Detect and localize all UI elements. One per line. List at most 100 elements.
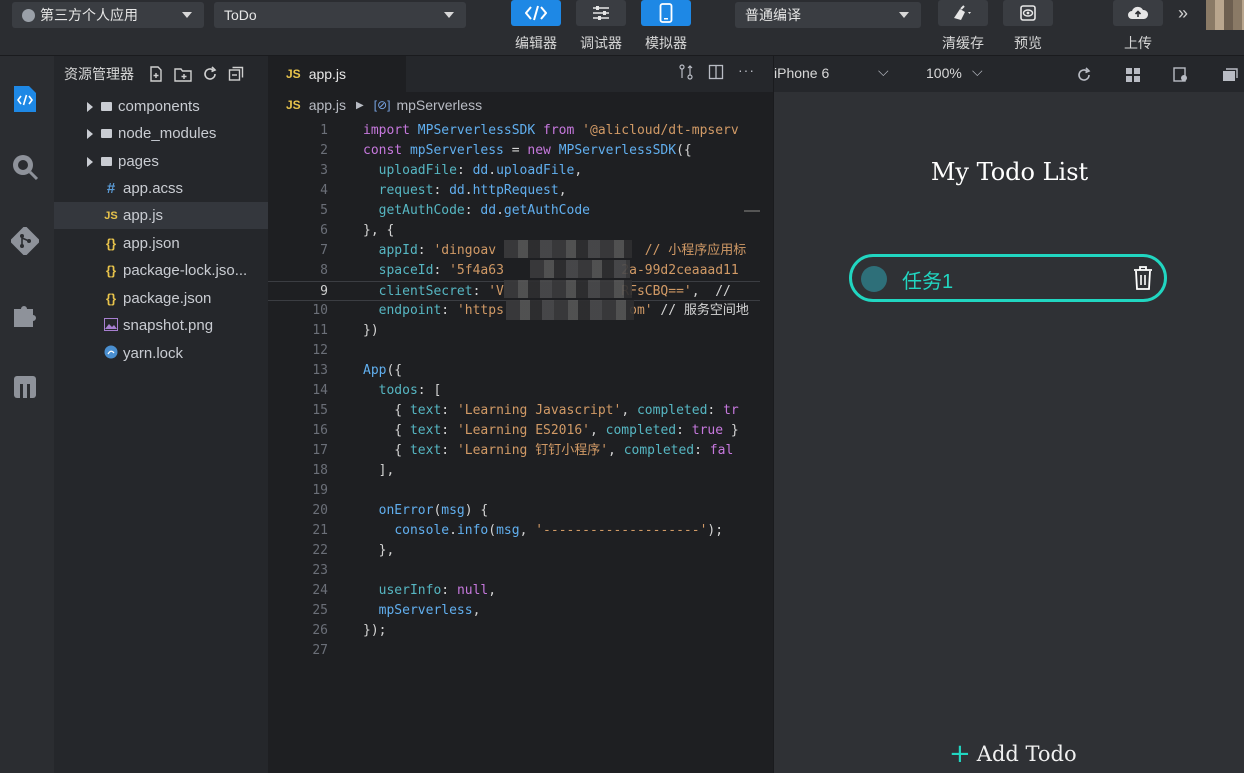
simulator-label: 模拟器 [645, 35, 687, 51]
code-line[interactable]: 21 console.info(msg, '------------------… [268, 521, 760, 541]
refresh-icon[interactable] [202, 66, 218, 82]
code-line[interactable]: 15 { text: 'Learning Javascript', comple… [268, 401, 760, 421]
tree-folder[interactable]: components [54, 93, 268, 120]
simulator-button[interactable] [641, 0, 691, 26]
code-line[interactable]: 11}) [268, 321, 760, 341]
todo-checkbox[interactable] [861, 266, 887, 292]
add-todo-label: Add Todo [976, 742, 1077, 766]
zoom-select[interactable]: 100% ⌵ [926, 63, 983, 81]
code-line[interactable]: 19 [268, 481, 760, 501]
code-line[interactable]: 4 request: dd.httpRequest, [268, 181, 760, 201]
new-folder-icon[interactable] [174, 66, 192, 82]
debugger-button[interactable] [576, 0, 626, 26]
window-icon[interactable] [1222, 67, 1238, 83]
code-line[interactable]: 2 const mpServerless = new MPServerlessSD… [268, 141, 760, 161]
folder-icon [101, 102, 112, 111]
compile-mode-label: 普通编译 [745, 7, 801, 23]
code-line[interactable]: 22 }, [268, 541, 760, 561]
project-select-label: 第三方个人应用 [40, 7, 138, 23]
chevron-right-icon [87, 101, 93, 112]
split-editor-icon[interactable] [708, 64, 724, 80]
code-line[interactable]: 17 { text: 'Learning 钉钉小程序', completed: … [268, 441, 760, 461]
tree-folder[interactable]: node_modules [54, 120, 268, 147]
tree-item-label: snapshot.png [123, 317, 214, 334]
chevron-down-icon [182, 12, 192, 18]
line-number: 12 [312, 343, 328, 358]
line-number: 5 [320, 203, 328, 218]
add-todo-button[interactable]: + Add Todo [949, 739, 1077, 769]
tree-file[interactable]: {} app.json [54, 230, 268, 257]
editor-tabbar: JS app.js ··· [268, 56, 773, 92]
breadcrumb-symbol[interactable]: mpServerless [396, 97, 482, 113]
line-text: }) [363, 323, 379, 338]
code-line[interactable]: 1 import MPServerlessSDK from '@alicloud/… [268, 121, 760, 141]
breadcrumb-file[interactable]: app.js [309, 97, 346, 113]
line-number: 10 [312, 303, 328, 318]
line-text: { text: 'Learning 钉钉小程序', completed: fal [363, 443, 734, 458]
minimap-marker [744, 210, 760, 212]
code-line[interactable]: 12 [268, 341, 760, 361]
todo-item[interactable]: 任务1 [849, 254, 1167, 302]
code-line[interactable]: 3 uploadFile: dd.uploadFile, [268, 161, 760, 181]
code-line[interactable]: 26}); [268, 621, 760, 641]
code-line[interactable]: 24 userInfo: null, [268, 581, 760, 601]
tree-file[interactable]: snapshot.png [54, 312, 268, 339]
tree-file[interactable]: yarn.lock [54, 340, 268, 367]
device-select[interactable]: iPhone 6 ⌵ [774, 63, 889, 81]
tree-item-label: yarn.lock [123, 345, 184, 362]
tree-file[interactable]: {} package.json [54, 285, 268, 312]
cloud-upload-icon [1128, 6, 1149, 19]
code-line[interactable]: 14 todos: [ [268, 381, 760, 401]
chevron-down-icon [899, 12, 909, 18]
code-line[interactable]: 5 getAuthCode: dd.getAuthCode [268, 201, 760, 221]
tree-file[interactable]: # app.acss [54, 175, 268, 202]
reload-icon[interactable] [1076, 67, 1092, 83]
editor-button[interactable] [511, 0, 561, 26]
upload-button[interactable] [1113, 0, 1163, 26]
project-select[interactable]: 第三方个人应用 [12, 2, 204, 28]
code-line[interactable]: 8 spaceId: '5f4a63 2a-99d2ceaaad11 [268, 261, 760, 281]
tree-file[interactable]: {} package-lock.jso... [54, 257, 268, 284]
collapse-all-icon[interactable] [228, 66, 244, 82]
line-number: 6 [320, 223, 328, 238]
trash-icon[interactable] [1132, 265, 1154, 291]
new-file-icon[interactable] [148, 66, 164, 82]
store-icon[interactable] [10, 372, 40, 402]
line-number: 23 [312, 563, 328, 578]
more-chevrons-icon[interactable]: » [1178, 3, 1188, 24]
line-number: 3 [320, 163, 328, 178]
miniapp-logo-icon [22, 9, 35, 22]
clear-cache-button[interactable] [938, 0, 988, 26]
code-line[interactable]: 27 [268, 641, 760, 661]
avatar[interactable] [1206, 0, 1244, 30]
code-line[interactable]: 20 onError(msg) { [268, 501, 760, 521]
tree-folder[interactable]: pages [54, 148, 268, 175]
tree-file-selected[interactable]: JS app.js [54, 202, 268, 229]
code-line[interactable]: 25 mpServerless, [268, 601, 760, 621]
git-branch-icon[interactable] [10, 226, 40, 256]
code-line[interactable]: 23 [268, 561, 760, 581]
editor-actions: ··· [678, 63, 755, 80]
code-line[interactable]: 18 ], [268, 461, 760, 481]
code-line[interactable]: 6 }, { [268, 221, 760, 241]
upload-label: 上传 [1124, 35, 1152, 51]
compare-changes-icon[interactable] [678, 64, 694, 80]
app-select[interactable]: ToDo [214, 2, 466, 28]
more-actions-icon[interactable]: ··· [738, 63, 755, 80]
explorer-file-icon[interactable] [10, 84, 40, 114]
inspect-icon[interactable] [1173, 67, 1189, 83]
grid-icon[interactable] [1125, 67, 1141, 83]
line-text: }, { [363, 223, 395, 238]
line-number: 18 [312, 463, 328, 478]
compile-mode-select[interactable]: 普通编译 [735, 2, 921, 28]
line-number: 1 [320, 123, 328, 138]
code-line[interactable]: 13 App({ [268, 361, 760, 381]
preview-button[interactable] [1003, 0, 1053, 26]
tab-app-js[interactable]: JS app.js [268, 56, 406, 92]
extensions-puzzle-icon[interactable] [10, 300, 40, 330]
code-line[interactable]: 16 { text: 'Learning ES2016', completed:… [268, 421, 760, 441]
explorer-title: 资源管理器 [64, 66, 134, 82]
search-icon[interactable] [10, 152, 40, 182]
tree-item-label: package-lock.jso... [123, 262, 248, 279]
line-text: mpServerless, [378, 603, 481, 618]
